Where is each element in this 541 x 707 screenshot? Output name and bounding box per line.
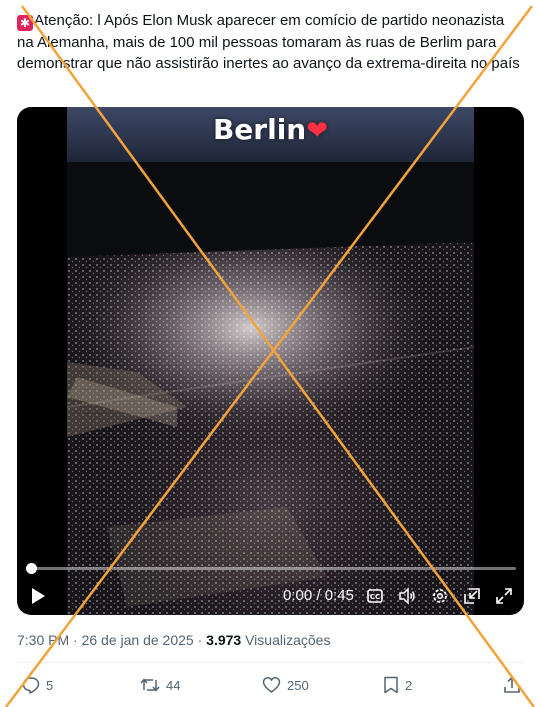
tweet-meta: 7:30 PM · 26 de jan de 2025 · 3.973 Visu… bbox=[17, 632, 330, 648]
bookmark-icon bbox=[384, 676, 398, 694]
views-label: Visualizações bbox=[241, 632, 331, 648]
tweet-body: Atenção: l Após Elon Musk aparecer em co… bbox=[17, 12, 520, 72]
bookmark-button[interactable]: 2 bbox=[383, 676, 412, 694]
svg-text:CC: CC bbox=[370, 593, 380, 601]
meta-separator: · bbox=[69, 632, 82, 648]
share-button[interactable] bbox=[503, 676, 521, 694]
play-button[interactable] bbox=[29, 587, 47, 610]
retweet-icon bbox=[140, 678, 160, 692]
caption-text: Berlin bbox=[212, 113, 307, 146]
volume-icon bbox=[399, 587, 415, 605]
reply-button[interactable]: 5 bbox=[22, 676, 53, 694]
video-caption: Berlin❤ bbox=[67, 113, 474, 146]
pip-icon bbox=[464, 588, 480, 604]
like-button[interactable]: 250 bbox=[262, 676, 309, 694]
retweet-button[interactable]: 44 bbox=[140, 676, 180, 694]
crowd-image bbox=[67, 107, 474, 615]
video-time: 0:00 / 0:45 bbox=[283, 587, 354, 604]
like-count: 250 bbox=[287, 677, 309, 693]
share-icon bbox=[504, 676, 520, 693]
pip-button[interactable] bbox=[463, 587, 481, 610]
progress-knob[interactable] bbox=[26, 563, 37, 574]
video-frame[interactable]: Berlin❤ bbox=[67, 107, 474, 615]
tweet-text: ✱ Atenção: l Após Elon Musk aparecer em c… bbox=[17, 10, 522, 75]
retweet-count: 44 bbox=[166, 677, 181, 693]
views-count: 3.973 bbox=[206, 632, 242, 648]
alert-emoji-icon: ✱ bbox=[17, 15, 33, 31]
heart-icon bbox=[262, 677, 281, 693]
tweet-date[interactable]: 26 de jan de 2025 bbox=[82, 632, 194, 648]
fullscreen-icon bbox=[496, 588, 512, 604]
reply-count: 5 bbox=[46, 677, 54, 693]
settings-button[interactable] bbox=[431, 587, 449, 610]
fullscreen-button[interactable] bbox=[495, 587, 513, 610]
play-icon bbox=[32, 588, 45, 604]
settings-icon bbox=[433, 589, 447, 603]
divider bbox=[17, 662, 524, 663]
captions-icon: CC bbox=[367, 589, 383, 603]
reply-icon bbox=[22, 677, 40, 694]
meta-separator: · bbox=[193, 632, 207, 648]
video-player[interactable]: Berlin❤ 0:00 / 0:45 CC bbox=[17, 107, 524, 615]
volume-button[interactable] bbox=[398, 587, 416, 610]
bookmark-count: 2 bbox=[405, 677, 413, 693]
progress-bar[interactable] bbox=[26, 563, 516, 574]
tweet-time[interactable]: 7:30 PM bbox=[17, 632, 69, 648]
captions-button[interactable]: CC bbox=[367, 588, 383, 609]
heart-emoji-icon: ❤ bbox=[306, 116, 329, 146]
